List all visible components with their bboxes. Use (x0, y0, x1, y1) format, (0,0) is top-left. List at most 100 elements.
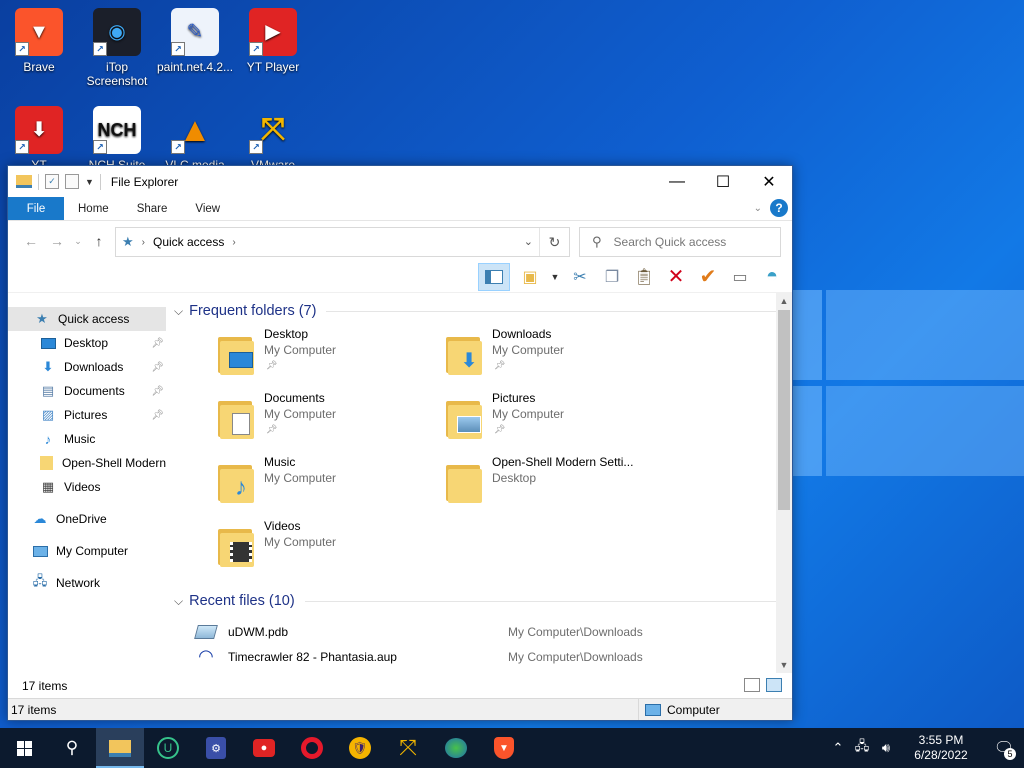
folder-tile-documents[interactable]: Documents My Computer 📌︎ (216, 391, 436, 447)
folder-tile-videos[interactable]: Videos My Computer (216, 519, 436, 575)
refresh-icon[interactable]: ↻ (539, 228, 569, 256)
expand-ribbon-chevron-icon[interactable]: ⌄ (754, 203, 762, 214)
up-arrow-icon[interactable]: ↑ (86, 233, 112, 249)
desktop-icon-yt[interactable]: ⬇↗ YT (0, 106, 78, 172)
taskbar-app-shield[interactable]: 🛡︎ (336, 728, 384, 768)
taskbar-app-config[interactable]: ⚙ (192, 728, 240, 768)
sidebar-item-desktop[interactable]: Desktop 📌︎ (8, 331, 166, 355)
tab-view[interactable]: View (181, 197, 234, 220)
folder-tile-desktop[interactable]: Desktop My Computer 📌︎ (216, 327, 436, 383)
scroll-up-icon[interactable]: ▲ (776, 293, 792, 309)
scroll-thumb[interactable] (778, 310, 790, 510)
sidebar-item-pictures[interactable]: ▨ Pictures 📌︎ (8, 403, 166, 427)
pin-icon[interactable]: 📌︎ (151, 362, 164, 373)
clock-date: 6/28/2022 (914, 748, 968, 762)
desktop-icon-yt-player[interactable]: ▶ ↗ YT Player (234, 8, 312, 74)
breadcrumb-separator-icon[interactable]: › (142, 237, 145, 248)
close-button[interactable]: ✕ (746, 166, 792, 197)
copy-icon[interactable]: ❐ (600, 265, 624, 289)
properties-icon[interactable]: ✓ (45, 174, 59, 189)
sidebar-item-open-shell[interactable]: Open-Shell Modern (8, 451, 166, 475)
address-bar[interactable]: ★ › Quick access › ⌄ ↻ (115, 227, 570, 257)
taskbar-file-explorer[interactable] (96, 728, 144, 768)
folder-tile-pictures[interactable]: Pictures My Computer 📌︎ (444, 391, 664, 447)
recent-files-header[interactable]: ⌵ Recent files (10) (174, 589, 776, 613)
list-item[interactable]: ◠ Timecrawler 82 - Phantasia.aup My Comp… (166, 644, 776, 669)
tab-home[interactable]: Home (64, 197, 123, 220)
email-icon[interactable]: ▭ (728, 265, 752, 289)
properties-check-icon[interactable]: ✔ (696, 265, 720, 289)
action-center-button[interactable]: 🗨︎ 5 (984, 728, 1024, 768)
navigation-pane-icon[interactable] (478, 262, 510, 291)
pin-icon[interactable]: 📌︎ (151, 386, 164, 397)
collapse-chevron-icon[interactable]: ⌵ (174, 304, 183, 319)
pin-icon[interactable]: 📌︎ (151, 410, 164, 421)
paste-icon[interactable]: 📋︎ (632, 265, 656, 289)
folder-name: Pictures (492, 391, 536, 405)
minimize-button[interactable]: — (654, 166, 700, 197)
open-shell-icon[interactable]: ◓ (760, 265, 784, 289)
scroll-down-icon[interactable]: ▼ (776, 657, 792, 673)
delete-icon[interactable]: ✕ (664, 265, 688, 289)
folder-tile-downloads[interactable]: ⬇ Downloads My Computer 📌︎ (444, 327, 664, 383)
details-view-icon[interactable] (744, 678, 760, 692)
large-icons-view-icon[interactable] (766, 678, 782, 692)
desktop-icon-label: Brave (23, 60, 55, 74)
sidebar-item-quick-access[interactable]: ★ Quick access (8, 307, 166, 331)
title-bar[interactable]: ✓ ▼ File Explorer — ☐ ✕ (8, 166, 792, 197)
sidebar-item-videos[interactable]: ▦ Videos (8, 475, 166, 499)
forward-arrow-icon[interactable]: → (44, 233, 70, 249)
sidebar-item-downloads[interactable]: ⬇ Downloads 📌︎ (8, 355, 166, 379)
taskbar-app-u[interactable]: U (144, 728, 192, 768)
volume-icon[interactable]: 🔊︎ (874, 740, 898, 756)
up-folder-icon[interactable]: ▣ (518, 265, 542, 289)
cut-icon[interactable]: ✂ (568, 265, 592, 289)
desktop-icon-nch-suite[interactable]: NCH↗ NCH Suite (78, 106, 156, 172)
vmware-icon: ⤧ ↗ (249, 106, 297, 154)
pin-icon[interactable]: 📌︎ (151, 338, 164, 349)
folder-tile-open-shell[interactable]: Open-Shell Modern Setti... Desktop (444, 455, 664, 511)
sidebar-item-music[interactable]: ♪ Music (8, 427, 166, 451)
desktop-icon-vmware[interactable]: ⤧↗ VMware (234, 106, 312, 172)
divider (99, 173, 101, 190)
sidebar-item-onedrive[interactable]: ☁ OneDrive (8, 507, 166, 531)
vertical-scrollbar[interactable]: ▲ ▼ (776, 293, 792, 673)
sidebar-item-documents[interactable]: ▤ Documents 📌︎ (8, 379, 166, 403)
taskbar-app-network-globe[interactable] (432, 728, 480, 768)
start-button[interactable] (0, 728, 48, 768)
taskbar-app-brave[interactable]: ▼ (480, 728, 528, 768)
back-arrow-icon[interactable]: ← (18, 233, 44, 249)
tab-file[interactable]: File (8, 197, 64, 220)
breadcrumb-separator-icon[interactable]: › (232, 237, 235, 248)
folder-tile-music[interactable]: ♪ Music My Computer (216, 455, 436, 511)
search-input[interactable]: ⚲ Search Quick access (579, 227, 781, 257)
frequent-folders-header[interactable]: ⌵ Frequent folders (7) (174, 299, 776, 323)
tab-share[interactable]: Share (123, 197, 182, 220)
desktop-icon-vlc[interactable]: ▲↗ VLC media (156, 106, 234, 172)
list-item[interactable]: uDWM.pdb My Computer\Downloads (166, 619, 776, 644)
desktop-icon-brave[interactable]: ▼ ↗ Brave (0, 8, 78, 74)
quick-access-dropdown-icon[interactable]: ▼ (85, 177, 94, 187)
maximize-button[interactable]: ☐ (700, 166, 746, 197)
taskbar-app-opera[interactable] (288, 728, 336, 768)
help-icon[interactable]: ? (770, 199, 788, 217)
desktop-icon-itop-screenshot[interactable]: ◉ ↗ iTop Screenshot (78, 8, 156, 88)
desktop-icon-label: paint.net.4.2... (156, 60, 234, 74)
breadcrumb-quick-access[interactable]: Quick access (153, 235, 224, 249)
recent-locations-chevron-icon[interactable]: ⌄ (70, 236, 86, 247)
show-hidden-icons-chevron-icon[interactable]: ⌃ (826, 740, 850, 756)
taskbar-app-screen-recorder[interactable]: ● (240, 728, 288, 768)
network-icon[interactable]: 🖧︎ (850, 737, 874, 759)
collapse-chevron-icon[interactable]: ⌵ (174, 594, 183, 609)
brave-lion-icon: ▼ ↗ (15, 8, 63, 56)
desktop-icon-paintnet[interactable]: ✎ ↗ paint.net.4.2... (156, 8, 234, 74)
sidebar-item-my-computer[interactable]: My Computer (8, 539, 166, 563)
taskbar-search-button[interactable]: ⚲ (48, 728, 96, 768)
new-folder-icon[interactable] (65, 174, 79, 189)
taskbar-app-vmware[interactable]: ⤧ (384, 728, 432, 768)
sidebar-item-network[interactable]: 🖧︎ Network (8, 571, 166, 595)
divider (304, 600, 776, 602)
view-dropdown-icon[interactable]: ▼ (550, 265, 560, 289)
address-dropdown-icon[interactable]: ⌄ (524, 235, 533, 248)
clock[interactable]: 3:55 PM 6/28/2022 (904, 733, 978, 763)
